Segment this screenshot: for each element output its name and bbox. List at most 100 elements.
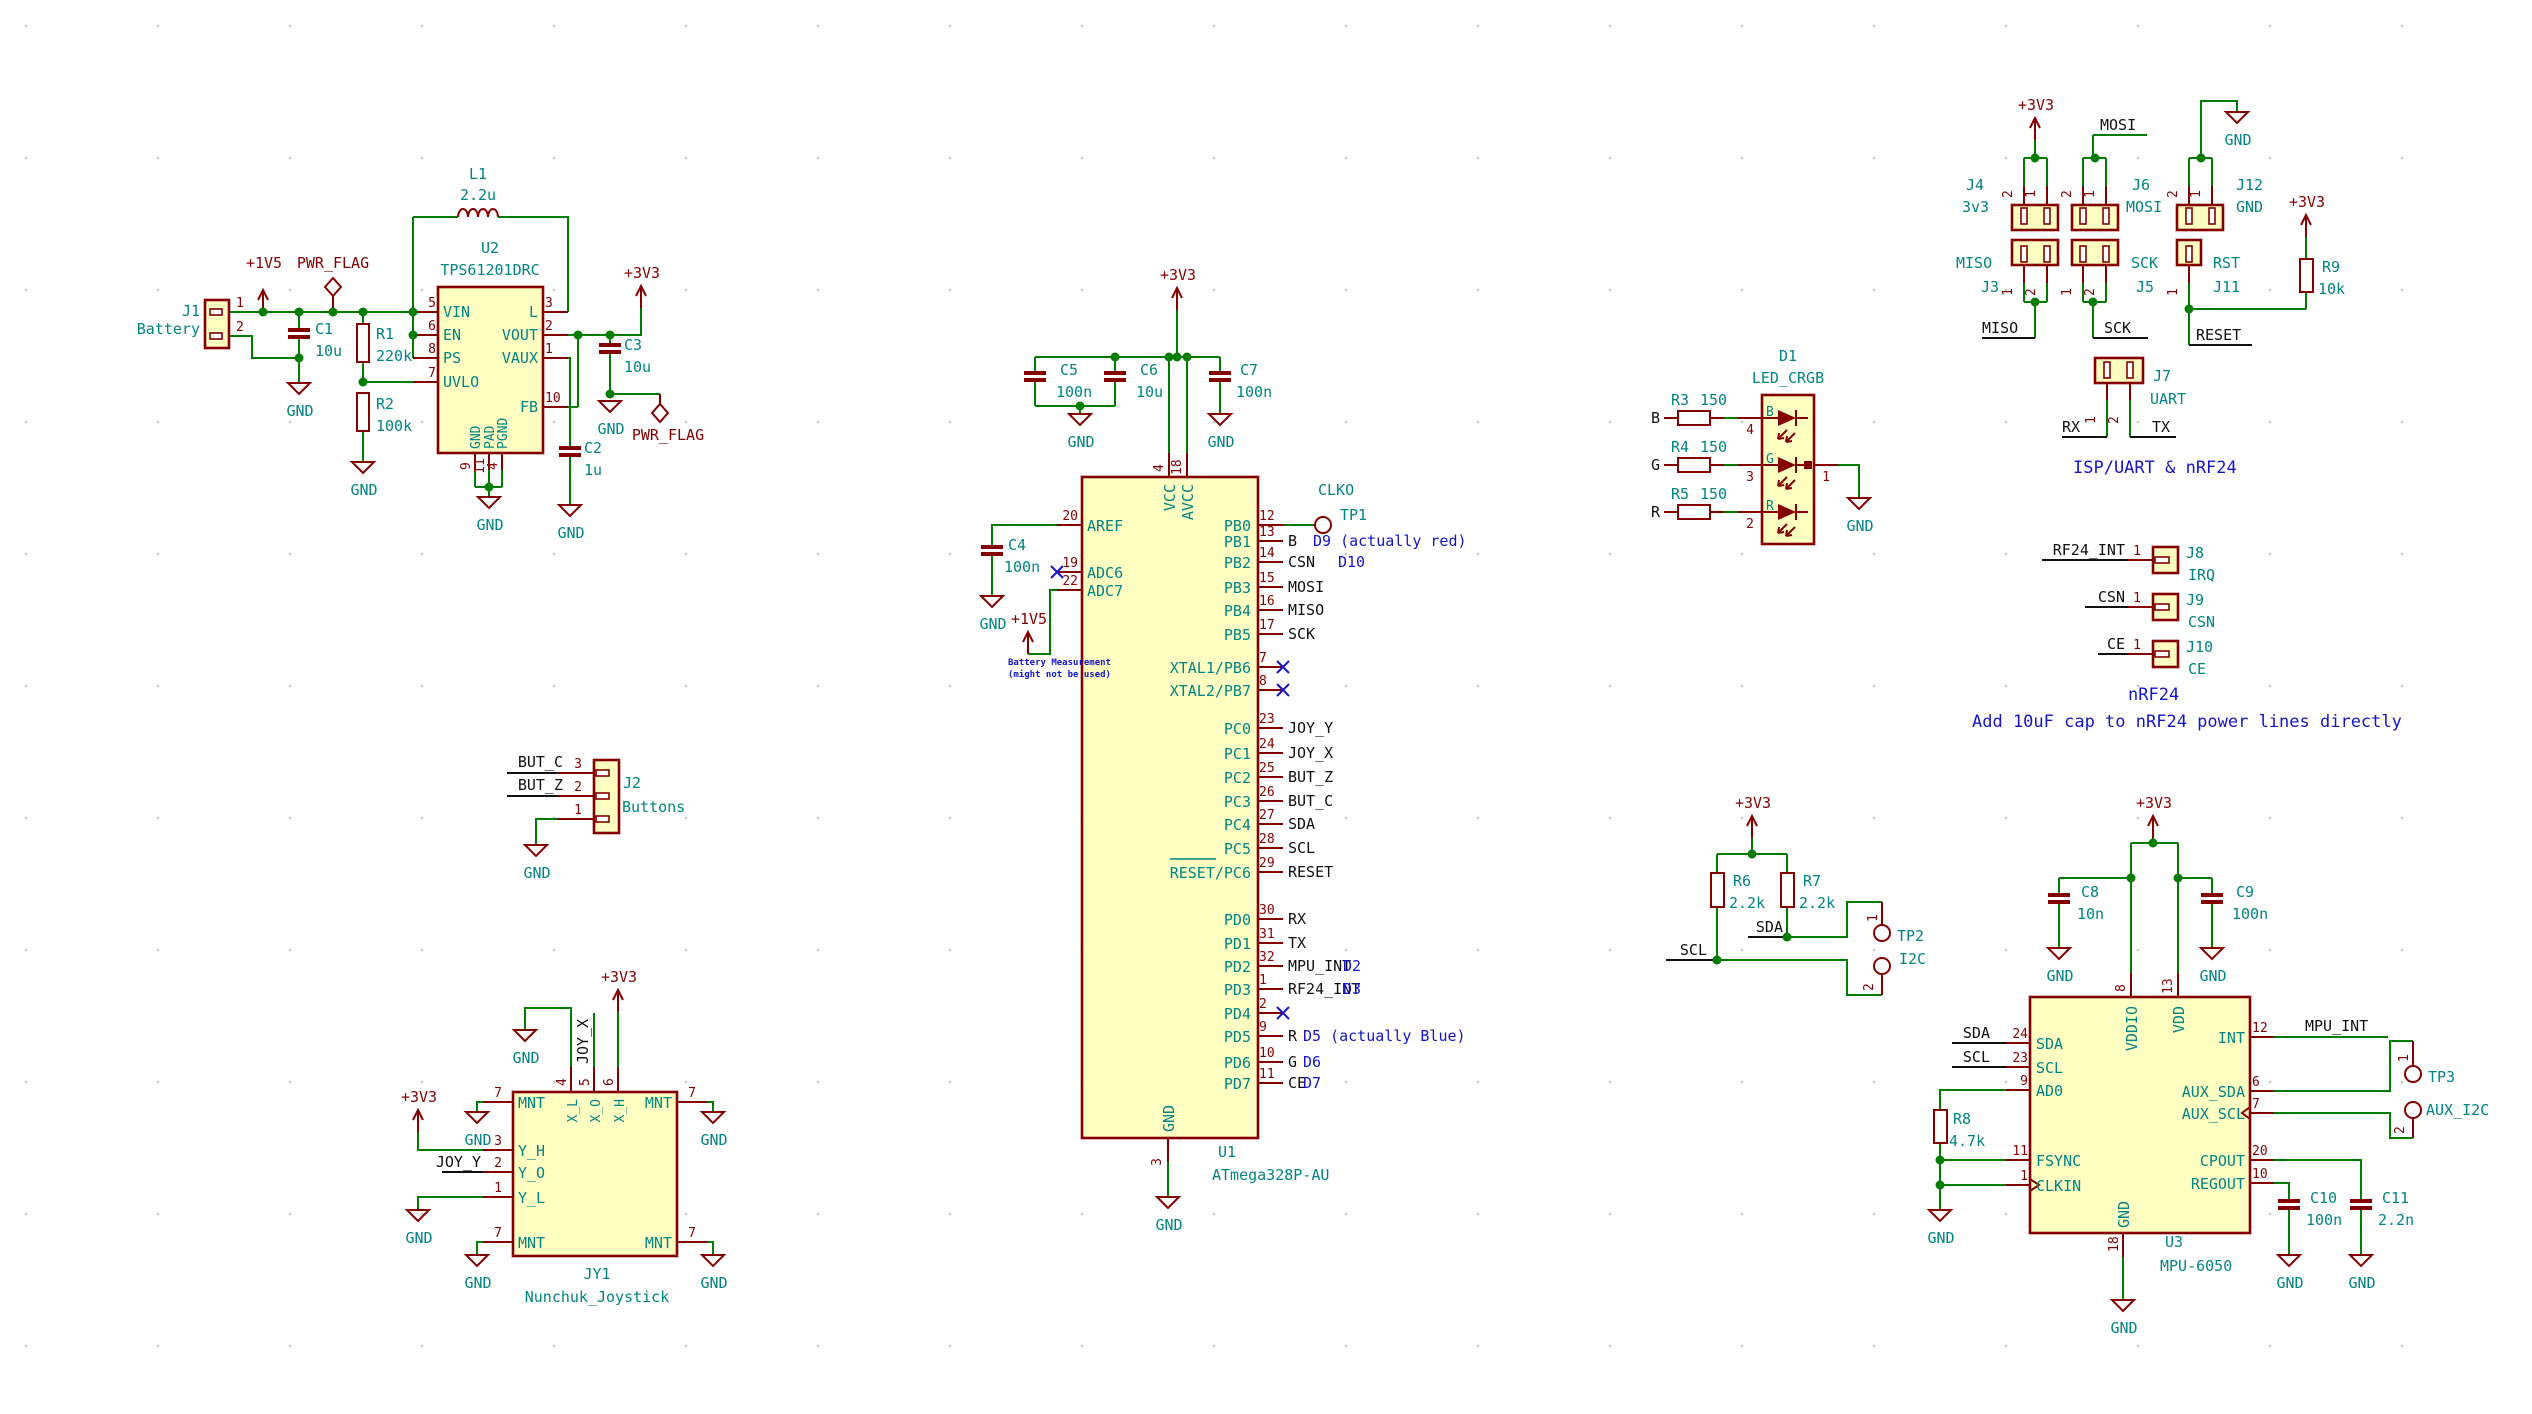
pin-name: AUX_SCL — [2182, 1105, 2245, 1123]
net-label: MOSI — [1288, 578, 1324, 596]
tp1-net: CLKO — [1318, 481, 1354, 499]
pin-number: 28 — [1259, 832, 1275, 847]
pin-number: 10 — [1259, 1046, 1275, 1061]
net-label: BUT_C — [1288, 792, 1333, 810]
pin-name: PC3 — [1224, 793, 1251, 811]
sda-label: SDA — [1756, 918, 1783, 936]
gnd-label: GND — [2276, 1274, 2303, 1292]
net-label: BUT_Z — [1288, 768, 1333, 786]
c2-value: 1u — [584, 461, 602, 479]
rx-label: RX — [2062, 418, 2080, 436]
connector-value: CSN — [2188, 613, 2215, 631]
rotated-label: 2 — [2024, 288, 2039, 296]
junction-dot — [2127, 874, 2136, 883]
pin-name: PC0 — [1224, 720, 1251, 738]
power-net-label: +3V3 — [624, 264, 660, 282]
net-label: SCL — [1963, 1048, 1990, 1066]
net-label: JOY_Y — [1288, 719, 1333, 737]
rotated-label: 4 — [555, 1078, 570, 1086]
pin-number: 10 — [2252, 1167, 2268, 1182]
gnd-label: GND — [286, 402, 313, 420]
rotated-label: 18 — [2107, 1236, 2122, 1252]
net-label: JOY_X — [1288, 744, 1333, 762]
pin-number: 1 — [2133, 544, 2141, 559]
pin-name: XTAL2/PB7 — [1170, 682, 1251, 700]
junction-dot — [295, 354, 304, 363]
rotated-label: GND — [1160, 1105, 1178, 1132]
d1-pin1-num: 1 — [1822, 470, 1830, 485]
jy1-mnt-name-br: MNT — [645, 1234, 672, 1252]
gnd-label: GND — [2046, 967, 2073, 985]
rotated-label: 2 — [1862, 983, 1877, 991]
pin-name: SCL — [2036, 1059, 2063, 1077]
net-label: R — [1288, 1027, 1298, 1045]
j12-ref: J12 — [2236, 176, 2263, 194]
power-net-label: +3V3 — [401, 1088, 437, 1106]
connector-slot — [2155, 557, 2169, 563]
rotated-label: 13 — [2161, 978, 2176, 994]
pin-number: 7 — [1259, 651, 1267, 666]
power-net-label: +3V3 — [2289, 193, 2325, 211]
rotated-label: 1 — [2397, 1054, 2412, 1062]
junction-dot — [2197, 154, 2206, 163]
gnd-label: GND — [2224, 131, 2251, 149]
junction-dot — [485, 483, 494, 492]
pin-number: 29 — [1259, 856, 1275, 871]
junction-dot — [1936, 1181, 1945, 1190]
pin-number: 1 — [2020, 1169, 2028, 1184]
r6-value: 2.2k — [1729, 894, 1765, 912]
connector-ref: J10 — [2186, 638, 2213, 656]
j5-body — [2072, 240, 2118, 265]
r7-ref: R7 — [1803, 872, 1821, 890]
net-label: G — [1288, 1053, 1297, 1071]
net-label: SCK — [1288, 625, 1315, 643]
rotated-label: 2 — [2166, 190, 2181, 198]
r6-ref: R6 — [1733, 872, 1751, 890]
net-label: TX — [1288, 934, 1306, 952]
but-c-label: BUT_C — [518, 753, 563, 771]
joy-y-label: JOY_Y — [436, 1153, 481, 1171]
resistor-ref: R3 — [1671, 391, 1689, 409]
pin-name: AUX_SDA — [2182, 1083, 2245, 1101]
j3-ref: J3 — [1981, 278, 1999, 296]
note-label: D9 (actually red) — [1313, 532, 1467, 550]
pin-number: 30 — [1259, 903, 1275, 918]
j4-body — [2012, 205, 2058, 230]
rotated-label: 1 — [2083, 190, 2098, 198]
pin-name: PD6 — [1224, 1054, 1251, 1072]
tp2-value: I2C — [1899, 950, 1926, 968]
junction-dot — [359, 378, 368, 387]
r1-value: 220k — [376, 347, 412, 365]
pin-number: 6 — [2252, 1075, 2260, 1090]
rotated-label: X_L — [566, 1099, 581, 1123]
junction-dot — [1936, 1156, 1945, 1165]
u2-fb-name: FB — [520, 398, 538, 416]
reset-label: RESET — [2196, 326, 2241, 344]
connector-slot — [2155, 604, 2169, 610]
r7-value: 2.2k — [1799, 894, 1835, 912]
gnd-label: GND — [405, 1229, 432, 1247]
rotated-label: 1 — [2189, 190, 2204, 198]
j1-ref: J1 — [182, 302, 200, 320]
pin-number: 11 — [1259, 1067, 1275, 1082]
c11-ref: C11 — [2382, 1189, 2409, 1207]
gnd-label: GND — [2199, 967, 2226, 985]
net-label: R — [1651, 503, 1661, 521]
c1-value: 10u — [315, 342, 342, 360]
pin-number: 9 — [2020, 1074, 2028, 1089]
pin-number: 14 — [1259, 546, 1275, 561]
c2-ref: C2 — [584, 439, 602, 457]
pin-number: 32 — [1259, 950, 1275, 965]
j4-value: 3v3 — [1962, 198, 1989, 216]
r1-ref: R1 — [376, 325, 394, 343]
u2-vaux-num: 1 — [545, 342, 553, 357]
resistor-ref: R5 — [1671, 485, 1689, 503]
rotated-label: GND — [2115, 1201, 2133, 1228]
junction-dot — [1076, 402, 1085, 411]
pin-number: 25 — [1259, 761, 1275, 776]
pin-number: 17 — [1259, 618, 1275, 633]
u2-uvlo-name: UVLO — [443, 373, 479, 391]
rotated-label: 2 — [2107, 416, 2122, 424]
junction-dot — [295, 308, 304, 317]
junction-dot — [1173, 353, 1182, 362]
